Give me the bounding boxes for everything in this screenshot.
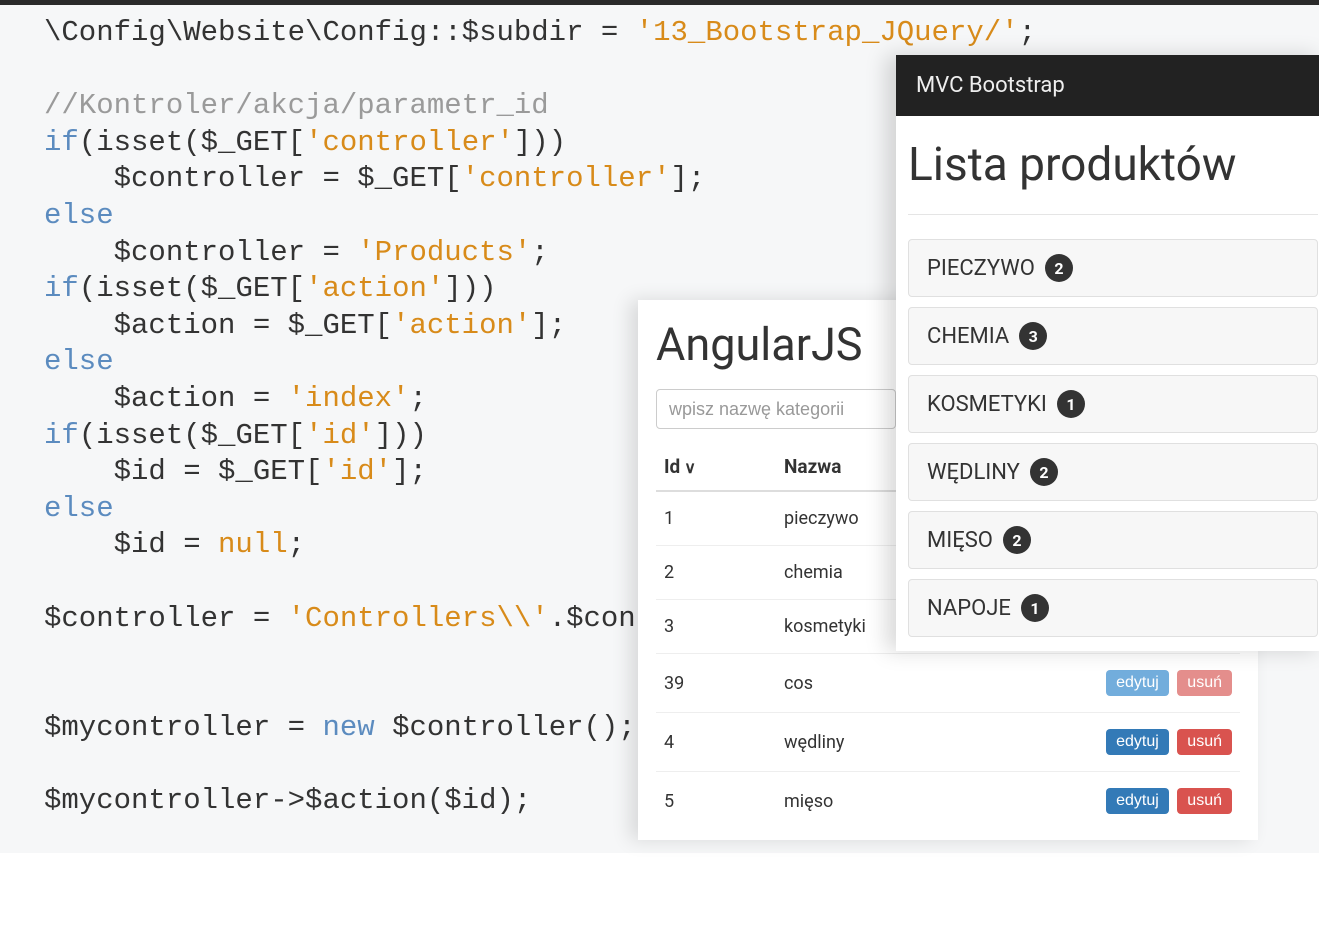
code-text: ;: [288, 528, 305, 561]
code-text: (isset($_GET[: [79, 126, 305, 159]
code-string: 'Products': [357, 236, 531, 269]
code-text: ];: [671, 162, 706, 195]
code-keyword: new: [322, 711, 374, 744]
code-text: $id = $_GET[: [44, 455, 322, 488]
cell-id: 39: [656, 654, 776, 713]
mvc-navbar-brand[interactable]: MVC Bootstrap: [896, 55, 1319, 116]
code-string: 'action': [305, 272, 444, 305]
code-text: ;: [1019, 16, 1036, 49]
category-label: KOSMETYKI: [927, 392, 1047, 417]
code-string: 'index': [288, 382, 410, 415]
count-badge: 2: [1030, 458, 1058, 486]
column-header-id-label: Id: [664, 455, 680, 478]
column-header-id[interactable]: Id∨: [656, 443, 776, 491]
code-null: null: [218, 528, 288, 561]
delete-button[interactable]: usuń: [1177, 788, 1232, 814]
count-badge: 2: [1045, 254, 1073, 282]
cell-id: 4: [656, 713, 776, 772]
category-label: WĘDLINY: [927, 460, 1020, 485]
code-text: ])): [375, 419, 427, 452]
code-string: 'controller': [305, 126, 514, 159]
code-keyword: if: [44, 272, 79, 305]
code-string: '13_Bootstrap_JQuery/': [636, 16, 1019, 49]
cell-name: mięso: [776, 772, 1016, 831]
cell-name: cos: [776, 654, 1016, 713]
code-keyword: if: [44, 126, 79, 159]
cell-id: 5: [656, 772, 776, 831]
code-keyword: else: [44, 345, 114, 378]
code-comment: //Kontroler/akcja/parametr_id: [44, 89, 549, 122]
category-search-input[interactable]: [656, 389, 896, 429]
count-badge: 1: [1057, 390, 1085, 418]
edit-button[interactable]: edytuj: [1106, 670, 1169, 696]
mvc-bootstrap-panel: MVC Bootstrap Lista produktów PIECZYWO 2…: [896, 55, 1319, 651]
divider: [908, 214, 1318, 215]
code-text: ])): [444, 272, 496, 305]
cell-id: 2: [656, 546, 776, 600]
code-text: $controller =: [44, 602, 288, 635]
category-item-kosmetyki[interactable]: KOSMETYKI 1: [908, 375, 1318, 433]
code-string: 'Controllers\\': [288, 602, 549, 635]
code-text: $controller = $_GET[: [44, 162, 462, 195]
code-text: ;: [409, 382, 426, 415]
code-text: $mycontroller->$action($id);: [44, 784, 531, 817]
count-badge: 1: [1021, 594, 1049, 622]
edit-button[interactable]: edytuj: [1106, 788, 1169, 814]
code-keyword: if: [44, 419, 79, 452]
category-label: NAPOJE: [927, 596, 1011, 621]
code-text: $controller =: [44, 236, 357, 269]
sort-caret-down-icon: ∨: [684, 458, 696, 477]
category-item-wedliny[interactable]: WĘDLINY 2: [908, 443, 1318, 501]
category-item-chemia[interactable]: CHEMIA 3: [908, 307, 1318, 365]
code-text: $mycontroller =: [44, 711, 322, 744]
cell-id: 1: [656, 491, 776, 546]
category-label: CHEMIA: [927, 324, 1009, 349]
count-badge: 3: [1019, 322, 1047, 350]
code-string: 'id': [322, 455, 392, 488]
code-text: ];: [531, 309, 566, 342]
code-text: (isset($_GET[: [79, 272, 305, 305]
code-string: 'action': [392, 309, 531, 342]
code-text: ])): [514, 126, 566, 159]
table-row: 39 cos edytuj usuń: [656, 654, 1240, 713]
table-row: 4 wędliny edytuj usuń: [656, 713, 1240, 772]
delete-button[interactable]: usuń: [1177, 670, 1232, 696]
code-text: $controller();: [375, 711, 636, 744]
code-text: ;: [531, 236, 548, 269]
category-list: PIECZYWO 2 CHEMIA 3 KOSMETYKI 1 WĘDLINY …: [908, 239, 1318, 637]
code-string: 'id': [305, 419, 375, 452]
cell-id: 3: [656, 600, 776, 654]
cell-name: wędliny: [776, 713, 1016, 772]
delete-button[interactable]: usuń: [1177, 729, 1232, 755]
code-keyword: else: [44, 199, 114, 232]
code-text: $action =: [44, 382, 288, 415]
code-text: (isset($_GET[: [79, 419, 305, 452]
code-text: $id =: [44, 528, 218, 561]
category-item-napoje[interactable]: NAPOJE 1: [908, 579, 1318, 637]
table-row: 5 mięso edytuj usuń: [656, 772, 1240, 831]
category-item-pieczywo[interactable]: PIECZYWO 2: [908, 239, 1318, 297]
code-text: ];: [392, 455, 427, 488]
category-item-mieso[interactable]: MIĘSO 2: [908, 511, 1318, 569]
edit-button[interactable]: edytuj: [1106, 729, 1169, 755]
code-text: \Config\Website\Config::$subdir =: [44, 16, 636, 49]
page-title: Lista produktów: [908, 138, 1318, 192]
count-badge: 2: [1003, 526, 1031, 554]
code-text: $action = $_GET[: [44, 309, 392, 342]
code-keyword: else: [44, 492, 114, 525]
category-label: MIĘSO: [927, 528, 993, 553]
code-string: 'controller': [462, 162, 671, 195]
category-label: PIECZYWO: [927, 256, 1035, 281]
